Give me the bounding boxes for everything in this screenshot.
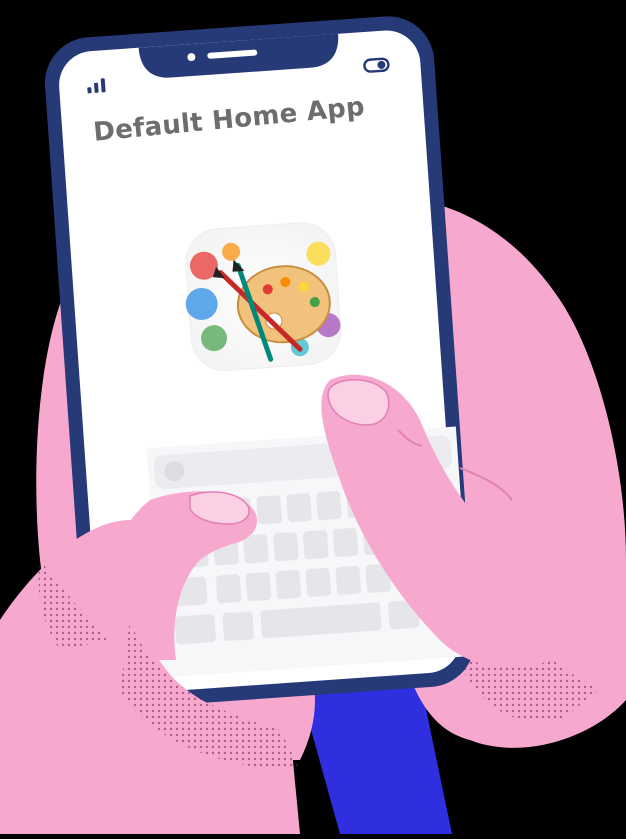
phone-in-hands-illustration: [0, 0, 626, 834]
paint-palette-icon[interactable]: [181, 221, 344, 373]
